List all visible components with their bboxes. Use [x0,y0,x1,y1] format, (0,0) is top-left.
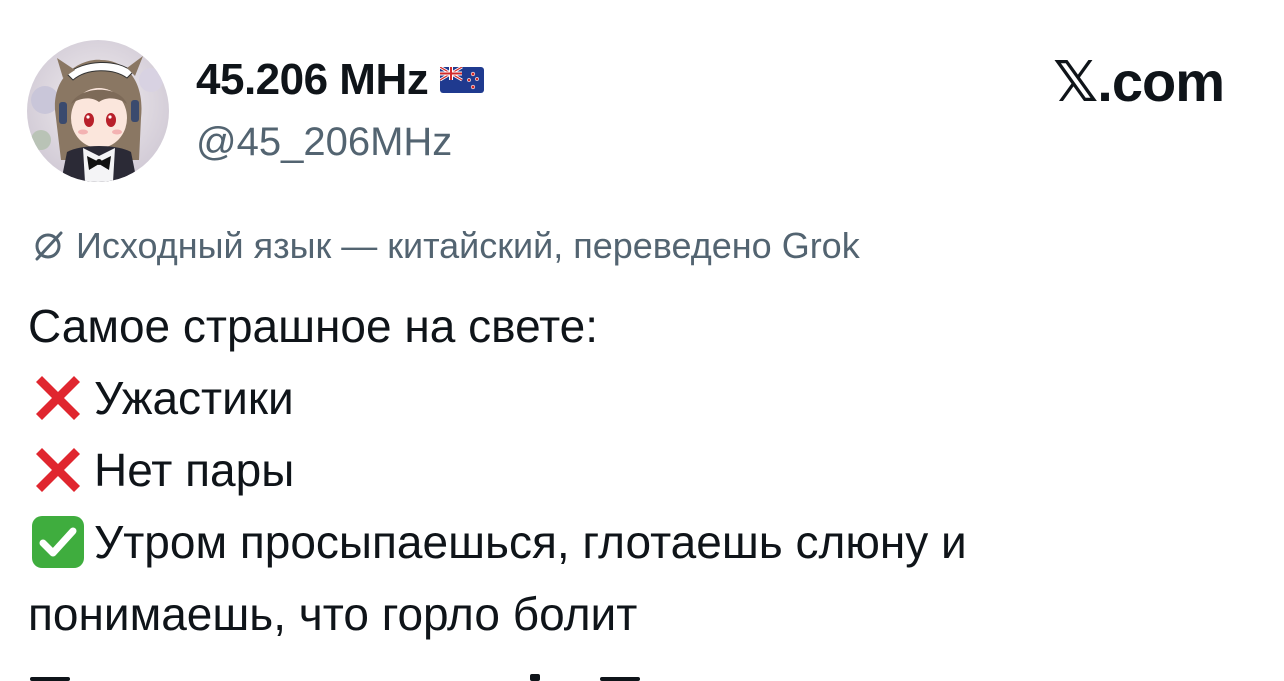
tweet-line: Ужастики [28,362,1258,434]
tweet-line: понимаешь, что горло болит [28,578,1258,650]
translation-text: Исходный язык — китайский, переведено Gr… [76,225,860,266]
tweet-line: Нет пары [28,434,1258,506]
author-display-name[interactable]: 45.206 MHz [196,55,429,105]
avatar-image [27,40,169,182]
cropped-text-remnant [30,674,640,681]
cross-mark-icon [36,448,80,492]
tweet-line: Утром просыпаешься, глотаешь слюну и [28,506,1258,578]
tweet-line: Самое страшное на свете: [28,290,1258,362]
cross-mark-icon [36,376,80,420]
author-handle[interactable]: @45_206MHz [196,120,452,165]
tweet-text: Самое страшное на свете: Ужастики Нет па… [28,290,1258,650]
tweet-line-text: Ужастики [94,372,294,424]
tweet-card: 45.206 MHz @45_206MHz 𝕏.com Исходный язы… [0,0,1284,681]
x-logo-icon[interactable]: 𝕏.com [1053,50,1225,113]
translation-note[interactable]: Исходный язык — китайский, переведено Gr… [30,222,860,270]
check-mark-icon [32,516,84,568]
tweet-line-text: понимаешь, что горло болит [28,588,638,640]
avatar[interactable] [27,40,169,182]
tweet-line-text: Утром просыпаешься, глотаешь слюну и [94,516,967,568]
author-name-row: 45.206 MHz [196,54,485,106]
new-zealand-flag-icon [440,67,485,93]
tweet-line-text: Нет пары [94,444,295,496]
tweet-line-text: Самое страшное на свете: [28,300,599,352]
brand-label: 𝕏.com [1053,50,1225,113]
translate-icon [35,231,63,261]
